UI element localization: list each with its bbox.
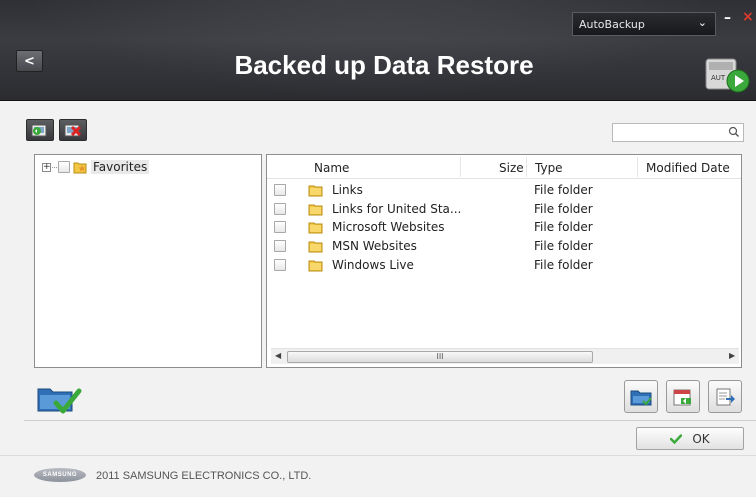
folder-open-icon xyxy=(630,390,652,405)
close-button[interactable]: × xyxy=(742,9,754,25)
table-row[interactable]: MSN Websites File folder xyxy=(267,237,741,255)
row-type: File folder xyxy=(534,202,593,216)
restore-folder-check-icon xyxy=(37,388,82,414)
page-title: Backed up Data Restore xyxy=(234,50,534,80)
calendar-restore-icon xyxy=(673,389,691,405)
add-folder-icon xyxy=(31,124,47,137)
tree-connector xyxy=(52,166,57,168)
copyright-text: 2011 SAMSUNG ELECTRONICS CO., LTD. xyxy=(96,470,312,482)
search-box[interactable] xyxy=(612,123,744,142)
table-row[interactable]: Links File folder xyxy=(267,181,741,199)
list-header: Name Size Type Modified Date xyxy=(267,155,741,179)
export-list-button[interactable] xyxy=(708,380,742,413)
search-icon[interactable] xyxy=(727,125,741,140)
title-bar: < Backed up Data Restore AutoBackup ⌄ – … xyxy=(0,0,756,101)
export-document-icon xyxy=(716,388,735,405)
folder-icon xyxy=(308,260,323,272)
add-folder-button[interactable] xyxy=(26,119,54,141)
table-row[interactable]: Windows Live File folder xyxy=(267,256,741,274)
row-name: Links xyxy=(332,183,363,197)
folder-icon xyxy=(308,204,323,216)
horizontal-scrollbar[interactable]: ◀ III ▶ xyxy=(271,348,739,364)
column-header-modified-date[interactable]: Modified Date xyxy=(646,161,730,175)
backup-mode-value: AutoBackup xyxy=(579,17,645,31)
row-type: File folder xyxy=(534,258,593,272)
footer-divider xyxy=(0,455,756,456)
row-type: File folder xyxy=(534,220,593,234)
row-type: File folder xyxy=(534,183,593,197)
favorites-folder-icon xyxy=(73,162,87,174)
ok-label: OK xyxy=(692,431,710,446)
minimize-button[interactable]: – xyxy=(724,10,731,26)
tree-item-label: Favorites xyxy=(91,160,150,174)
folder-tree: + Favorites xyxy=(34,154,262,368)
scrollbar-grip: III xyxy=(436,352,444,361)
row-checkbox[interactable] xyxy=(274,259,286,271)
remove-folder-button[interactable] xyxy=(59,119,87,141)
tree-checkbox[interactable] xyxy=(58,161,70,173)
row-name: Microsoft Websites xyxy=(332,220,445,234)
column-header-name[interactable]: Name xyxy=(314,161,349,175)
file-list: Name Size Type Modified Date Links File … xyxy=(266,154,742,368)
backup-mode-select[interactable]: AutoBackup ⌄ xyxy=(572,12,716,36)
row-checkbox[interactable] xyxy=(274,221,286,233)
column-divider[interactable] xyxy=(637,157,638,177)
search-input[interactable] xyxy=(613,124,723,141)
table-row[interactable]: Microsoft Websites File folder xyxy=(267,218,741,236)
folder-icon xyxy=(308,222,323,234)
row-name: MSN Websites xyxy=(332,239,417,253)
row-name: Links for United Sta... xyxy=(332,202,462,216)
divider xyxy=(24,420,756,421)
samsung-logo: SAMSUNG xyxy=(34,468,86,482)
row-checkbox[interactable] xyxy=(274,203,286,215)
row-name: Windows Live xyxy=(332,258,414,272)
table-row[interactable]: Links for United Sta... File folder xyxy=(267,200,741,218)
column-header-size[interactable]: Size xyxy=(499,161,524,175)
column-header-type[interactable]: Type xyxy=(535,161,563,175)
auto-backup-icon: AUT xyxy=(705,58,750,93)
svg-text:AUT: AUT xyxy=(711,74,726,82)
checkmark-icon xyxy=(670,433,683,444)
expand-icon[interactable]: + xyxy=(42,162,51,172)
tree-item-favorites[interactable]: + Favorites xyxy=(42,159,150,175)
open-folder-button[interactable] xyxy=(624,380,658,413)
remove-folder-icon xyxy=(64,124,82,137)
row-checkbox[interactable] xyxy=(274,184,286,196)
row-type: File folder xyxy=(534,239,593,253)
logo-text: SAMSUNG xyxy=(42,472,78,478)
column-divider[interactable] xyxy=(460,157,461,177)
folder-icon xyxy=(308,185,323,197)
ok-button[interactable]: OK xyxy=(636,427,744,450)
folder-icon xyxy=(308,241,323,253)
schedule-restore-button[interactable] xyxy=(666,380,700,413)
row-checkbox[interactable] xyxy=(274,240,286,252)
column-divider[interactable] xyxy=(526,157,527,177)
scroll-left-icon[interactable]: ◀ xyxy=(275,351,281,360)
scrollbar-thumb[interactable]: III xyxy=(287,351,593,363)
scroll-right-icon[interactable]: ▶ xyxy=(729,351,735,360)
chevron-down-icon: ⌄ xyxy=(697,16,707,29)
